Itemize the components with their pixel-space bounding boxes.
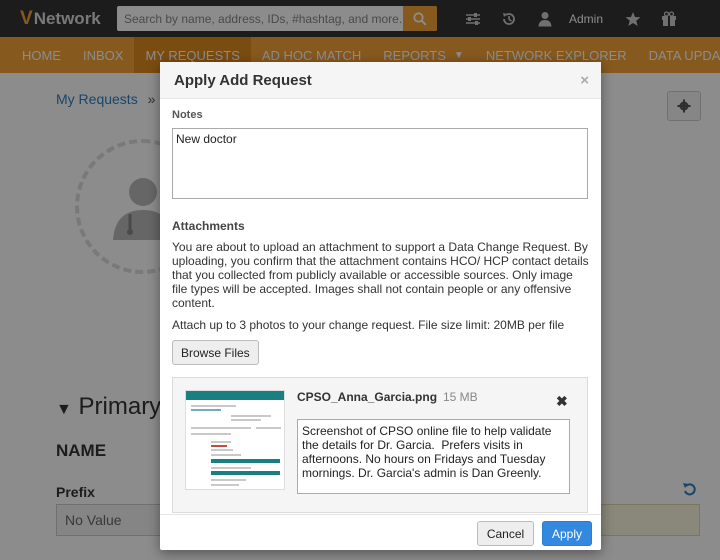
apply-button[interactable]: Apply: [542, 521, 592, 546]
modal-title: Apply Add Request: [174, 71, 312, 89]
attachment-file-size: 15 MB: [443, 390, 478, 404]
attachments-limit: Attach up to 3 photos to your change req…: [172, 318, 565, 332]
attachments-label: Attachments: [172, 219, 245, 233]
close-icon[interactable]: ×: [580, 72, 589, 89]
attachments-disclaimer: You are about to upload an attachment to…: [172, 240, 589, 310]
modal-body: Notes New doctor Attachments You are abo…: [160, 99, 601, 513]
notes-label: Notes: [172, 109, 203, 121]
cancel-button[interactable]: Cancel: [477, 521, 534, 546]
browse-files-button[interactable]: Browse Files: [172, 340, 259, 365]
attachment-file-name: CPSO_Anna_Garcia.png: [297, 390, 438, 404]
remove-attachment-icon[interactable]: ✖: [556, 393, 568, 410]
attachment-card: CPSO_Anna_Garcia.png 15 MB ✖ Screenshot …: [172, 377, 588, 513]
attachment-description-field[interactable]: Screenshot of CPSO online file to help v…: [297, 419, 570, 494]
notes-field[interactable]: New doctor: [172, 128, 588, 199]
attachment-thumbnail[interactable]: [185, 390, 285, 490]
modal-header: Apply Add Request ×: [160, 62, 601, 99]
apply-add-request-modal: Apply Add Request × Notes New doctor Att…: [160, 62, 601, 550]
modal-footer: Cancel Apply: [160, 514, 601, 550]
